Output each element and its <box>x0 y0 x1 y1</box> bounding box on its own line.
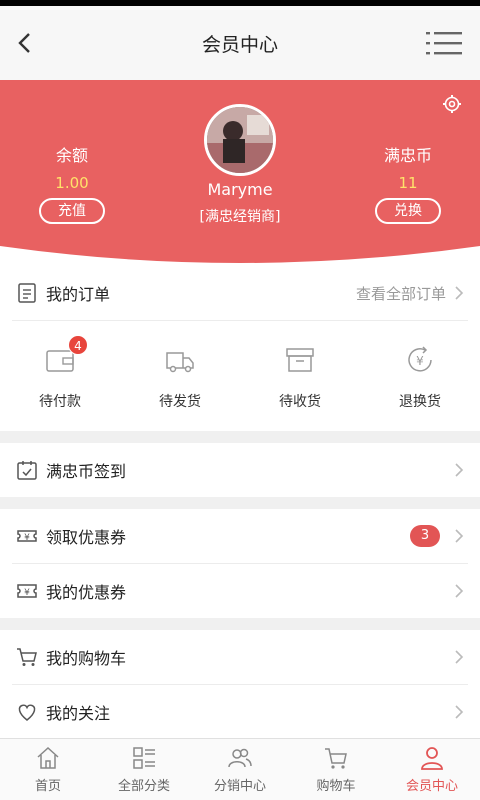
avatar-image <box>207 107 273 173</box>
my-follows-label: 我的关注 <box>46 704 111 723</box>
balance-label: 余额 <box>55 146 88 165</box>
calendar-check-icon <box>17 461 37 480</box>
balance-block: 余额 1.00 充值 <box>12 142 132 224</box>
svg-text:¥: ¥ <box>24 533 30 543</box>
chevron-right-icon <box>455 705 464 719</box>
orders-header-row[interactable]: 我的订单 查看全部订单 <box>0 266 480 320</box>
page-title: 会员中心 <box>201 33 278 56</box>
balance-value: 1.00 <box>55 174 89 192</box>
chevron-right-icon <box>455 463 464 477</box>
order-pending-payment[interactable]: 4 待付款 <box>0 321 120 431</box>
recharge-button[interactable]: 充值 <box>39 198 105 224</box>
refund-icon: ¥ <box>408 346 432 372</box>
order-status-label: 待发货 <box>159 394 201 410</box>
exchange-button[interactable]: 兑换 <box>375 198 441 224</box>
view-all-orders-link[interactable]: 查看全部订单 <box>356 283 446 304</box>
username: Maryme <box>207 180 273 199</box>
list-menu-icon[interactable] <box>426 30 462 56</box>
tab-home[interactable]: 首页 <box>0 739 96 800</box>
profile-header: 余额 1.00 充值 Maryme [满忠经销商] 满忠币 11 兑换 <box>0 80 480 266</box>
cart-icon <box>17 648 37 666</box>
cart-icon <box>325 748 347 769</box>
section-gap <box>0 618 480 630</box>
tab-label: 会员中心 <box>405 779 458 794</box>
coins-value: 11 <box>398 174 418 192</box>
chevron-right-icon <box>455 286 464 300</box>
checkin-card: 满忠币签到 <box>0 443 480 497</box>
chevron-right-icon <box>455 650 464 664</box>
section-gap <box>0 497 480 509</box>
order-status-label: 待收货 <box>279 394 321 410</box>
home-icon <box>37 746 59 769</box>
order-status-row: 4 待付款 待发货 待收货 ¥ 退换货 <box>0 321 480 431</box>
chevron-right-icon <box>455 529 464 543</box>
orders-card: 我的订单 查看全部订单 4 待付款 待发货 待收货 ¥ 退换货 <box>0 266 480 431</box>
svg-text:¥: ¥ <box>416 354 424 368</box>
bottom-tab-bar: 首页 全部分类 分销中心 购物车 会员中心 <box>0 738 480 800</box>
pending-payment-badge: 4 <box>68 335 88 355</box>
tab-cart[interactable]: 购物车 <box>288 739 384 800</box>
my-cart-row[interactable]: 我的购物车 <box>0 630 480 684</box>
settings-gear-icon[interactable] <box>442 94 462 114</box>
people-icon <box>228 748 252 768</box>
tab-categories[interactable]: 全部分类 <box>96 739 192 800</box>
tab-label: 购物车 <box>316 779 356 794</box>
back-arrow-icon[interactable] <box>10 28 40 58</box>
my-cart-label: 我的购物车 <box>46 649 127 668</box>
coin-checkin-row[interactable]: 满忠币签到 <box>0 443 480 497</box>
truck-icon <box>166 352 194 373</box>
box-icon <box>286 348 314 372</box>
order-pending-receipt[interactable]: 待收货 <box>240 321 360 431</box>
svg-text:¥: ¥ <box>24 588 30 598</box>
orders-title: 我的订单 <box>46 285 111 304</box>
my-follows-row[interactable]: 我的关注 <box>0 685 480 739</box>
tab-label: 全部分类 <box>117 779 170 794</box>
order-status-label: 退换货 <box>399 394 441 410</box>
order-status-label: 待付款 <box>39 394 81 410</box>
user-icon <box>421 747 443 770</box>
tab-member-center[interactable]: 会员中心 <box>384 739 480 800</box>
heart-icon <box>18 704 36 721</box>
tab-label: 分销中心 <box>213 779 266 794</box>
shopping-card: 我的购物车 我的关注 <box>0 630 480 739</box>
coins-block: 满忠币 11 兑换 <box>348 142 468 224</box>
nav-bar: 会员中心 <box>0 6 480 80</box>
order-returns[interactable]: ¥ 退换货 <box>360 321 480 431</box>
coupons-card: ¥ 领取优惠券 3 ¥ 我的优惠券 <box>0 509 480 618</box>
section-gap <box>0 431 480 443</box>
coupon-receive-icon: ¥ <box>17 530 37 543</box>
chevron-right-icon <box>455 584 464 598</box>
my-coupons-label: 我的优惠券 <box>46 583 127 602</box>
get-coupons-label: 领取优惠券 <box>46 528 127 547</box>
coins-label: 满忠币 <box>383 146 432 165</box>
my-coupons-row[interactable]: ¥ 我的优惠券 <box>0 564 480 618</box>
get-coupons-row[interactable]: ¥ 领取优惠券 3 <box>0 509 480 563</box>
tab-label: 首页 <box>34 779 61 794</box>
member-level: [满忠经销商] <box>199 209 281 225</box>
coupon-count-badge: 3 <box>410 525 440 547</box>
order-pending-shipment[interactable]: 待发货 <box>120 321 240 431</box>
category-grid-icon <box>133 747 155 769</box>
avatar[interactable] <box>204 104 276 176</box>
order-list-icon <box>18 283 36 303</box>
tab-distribution[interactable]: 分销中心 <box>192 739 288 800</box>
coin-checkin-label: 满忠币签到 <box>46 462 127 481</box>
coupon-ticket-icon: ¥ <box>17 584 37 598</box>
